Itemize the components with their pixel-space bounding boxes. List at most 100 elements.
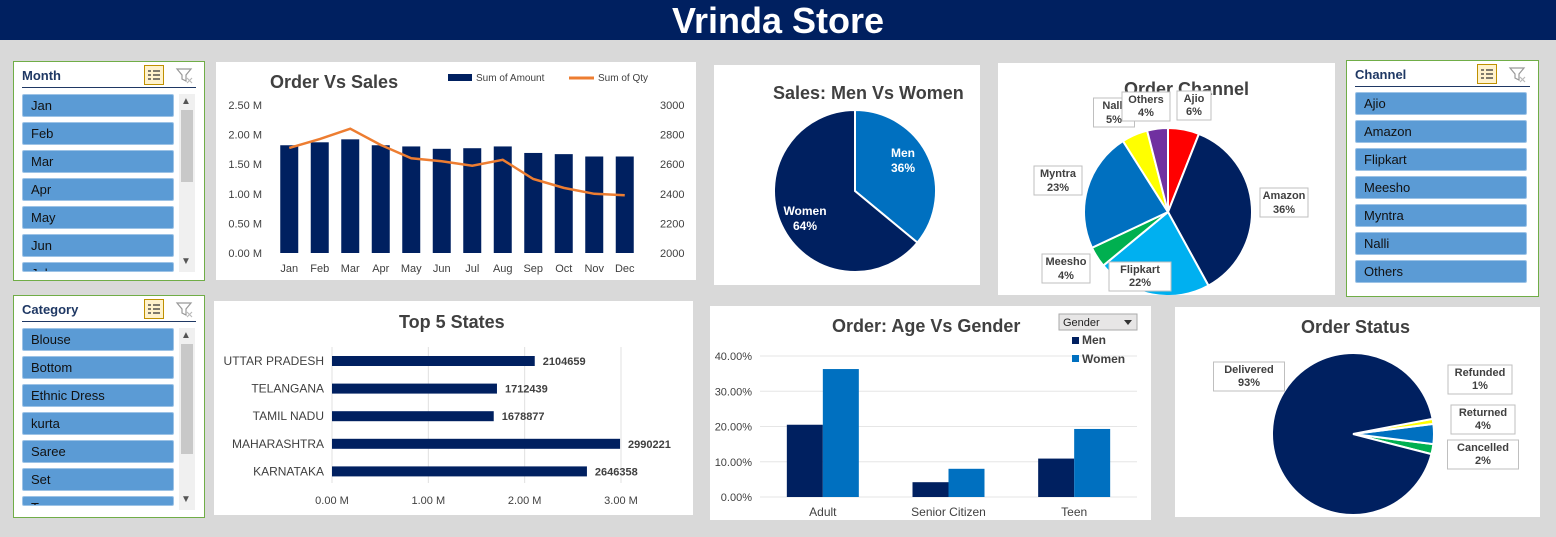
bar-state: [332, 466, 587, 477]
y-tick-label: 30.00%: [715, 386, 753, 398]
slicer-item-flipkart[interactable]: Flipkart: [1355, 148, 1527, 171]
month-slicer[interactable]: Month Jan Feb Mar Apr May Jun Jul ▲ ▼: [13, 61, 205, 281]
age-gender-panel: Order: Age Vs Gender Gender 40.00% 30.00%…: [710, 306, 1151, 520]
y-tick-label: 1.00 M: [228, 189, 262, 201]
slicer-item-partial[interactable]: Jul: [22, 262, 174, 272]
y-tick-label: TAMIL NADU: [253, 409, 324, 423]
bar-men: [786, 424, 823, 497]
bar-women: [822, 369, 859, 497]
y-tick-label: 0.50 M: [228, 218, 262, 230]
legend-label-men: Men: [1082, 333, 1106, 347]
y2-tick-label: 2600: [660, 159, 684, 171]
channel-slicer[interactable]: Channel Ajio Amazon Flipkart Meesho Myntra Na…: [1346, 60, 1539, 297]
data-label-name: Others: [1128, 94, 1163, 106]
category-scrollbar[interactable]: ▲ ▼: [179, 328, 195, 510]
slicer-item-apr[interactable]: Apr: [22, 178, 174, 201]
bar-amount: [615, 156, 634, 253]
chart-title: Top 5 States: [399, 312, 505, 332]
y-tick-label: KARNATAKA: [253, 464, 324, 478]
x-tick-label: 0.00 M: [315, 495, 349, 507]
slicer-item-feb[interactable]: Feb: [22, 122, 174, 145]
scroll-thumb[interactable]: [181, 110, 193, 182]
x-tick-label: Dec: [615, 263, 635, 275]
chart-title: Order: Age Vs Gender: [832, 316, 1020, 336]
data-label-value: 1%: [1472, 380, 1488, 392]
scroll-up-icon[interactable]: ▲: [181, 96, 191, 107]
slicer-item-meesho[interactable]: Meesho: [1355, 176, 1527, 199]
multi-select-icon[interactable]: [144, 299, 164, 319]
slicer-item-kurta[interactable]: kurta: [22, 412, 174, 435]
slicer-item-bottom[interactable]: Bottom: [22, 356, 174, 379]
slicer-item-jun[interactable]: Jun: [22, 234, 174, 257]
clear-filter-icon[interactable]: [1507, 64, 1527, 84]
slicer-item-amazon[interactable]: Amazon: [1355, 120, 1527, 143]
x-tick-label: 3.00 M: [604, 495, 638, 507]
bar-amount: [524, 152, 543, 253]
slicer-item-ajio[interactable]: Ajio: [1355, 92, 1527, 115]
data-label-name: Flipkart: [1120, 264, 1160, 276]
y2-tick-label: 2800: [660, 130, 684, 142]
data-label-name: Delivered: [1224, 364, 1274, 376]
x-tick-label: 2.00 M: [508, 495, 542, 507]
bar-amount: [341, 139, 360, 253]
legend-label-amount: Sum of Amount: [476, 73, 545, 84]
slicer-item-mar[interactable]: Mar: [22, 150, 174, 173]
data-label-name: Meesho: [1046, 256, 1087, 268]
multi-select-icon[interactable]: [144, 65, 164, 85]
gender-filter-label: Gender: [1063, 317, 1100, 329]
bar-amount: [432, 148, 451, 253]
bar-women: [1074, 428, 1111, 497]
slicer-item-set[interactable]: Set: [22, 468, 174, 491]
data-label-value: 5%: [1106, 114, 1122, 126]
data-label-name: Myntra: [1040, 168, 1077, 180]
pie-pct-men: 36%: [891, 161, 915, 175]
slicer-item-saree[interactable]: Saree: [22, 440, 174, 463]
chart-title: Order Status: [1301, 317, 1410, 337]
month-scrollbar[interactable]: ▲ ▼: [179, 94, 195, 272]
x-tick-label: Jan: [280, 263, 298, 275]
data-label-value: 2%: [1475, 455, 1491, 467]
bar-amount: [585, 156, 604, 253]
y-tick-label: UTTAR PRADESH: [224, 354, 324, 368]
clear-filter-icon[interactable]: [174, 299, 194, 319]
data-label-value: 23%: [1047, 182, 1069, 194]
slicer-item-nalli[interactable]: Nalli: [1355, 232, 1527, 255]
bar-amount: [280, 145, 299, 253]
sales-men-women-chart: Sales: Men Vs Women Men36% Women64%: [773, 83, 964, 273]
chart-title: Order Vs Sales: [270, 72, 398, 92]
x-tick-label: Mar: [341, 263, 360, 275]
scroll-down-icon[interactable]: ▼: [181, 256, 191, 267]
scroll-down-icon[interactable]: ▼: [181, 494, 191, 505]
y2-tick-label: 2000: [660, 248, 684, 260]
slicer-item-partial[interactable]: Top: [22, 496, 174, 506]
data-label: 1712439: [505, 384, 548, 396]
x-tick-label: Apr: [372, 263, 389, 275]
multi-select-icon[interactable]: [1477, 64, 1497, 84]
clear-filter-icon[interactable]: [174, 65, 194, 85]
slicer-item-blouse[interactable]: Blouse: [22, 328, 174, 351]
slicer-item-jan[interactable]: Jan: [22, 94, 174, 117]
data-label-name: Cancelled: [1457, 442, 1509, 454]
data-label-value: 4%: [1475, 420, 1491, 432]
data-label-value: 4%: [1138, 107, 1154, 119]
scroll-up-icon[interactable]: ▲: [181, 330, 191, 341]
top-states-panel: Top 5 States 0.00 M 1.00 M 2.00 M 3.00 M UTT…: [214, 301, 693, 515]
category-slicer[interactable]: Category Blouse Bottom Ethnic Dress kurta Sa…: [13, 295, 205, 518]
x-tick-label: May: [401, 263, 422, 275]
order-channel-panel: Order Channel Ajio 6% Amazon 36% Flipkart 22%…: [998, 63, 1335, 297]
dashboard-title: Vrinda Store: [0, 0, 1556, 41]
slicer-item-myntra[interactable]: Myntra: [1355, 204, 1527, 227]
x-tick-label: Adult: [809, 505, 837, 519]
slicer-item-ethnic-dress[interactable]: Ethnic Dress: [22, 384, 174, 407]
y-tick-label: 0.00 M: [228, 248, 262, 260]
data-label-name: Ajio: [1184, 93, 1205, 105]
age-gender-chart: Order: Age Vs Gender Gender 40.00% 30.00%…: [715, 313, 1138, 519]
bar-amount: [554, 154, 573, 253]
slicer-divider: [22, 321, 196, 322]
scroll-thumb[interactable]: [181, 344, 193, 454]
bar-men: [912, 482, 949, 497]
slicer-item-others[interactable]: Others: [1355, 260, 1527, 283]
slicer-item-may[interactable]: May: [22, 206, 174, 229]
chart-title: Sales: Men Vs Women: [773, 83, 964, 103]
bar-amount: [371, 145, 390, 253]
